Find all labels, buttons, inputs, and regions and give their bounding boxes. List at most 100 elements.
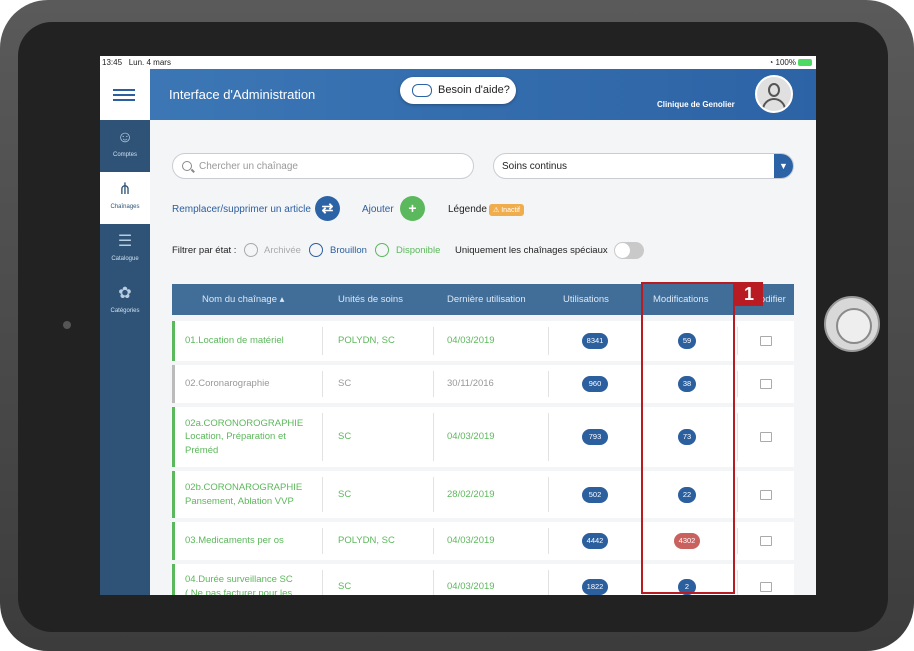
row-last-use: 04/03/2019 xyxy=(447,431,495,442)
sidebar-item-catalogue[interactable]: ☰ Catalogue xyxy=(100,224,150,276)
status-bar: 13:45 Lun. 4 mars ◔ 100% xyxy=(100,56,816,69)
col-uses[interactable]: Utilisations xyxy=(563,294,609,305)
special-toggle[interactable] xyxy=(614,242,644,259)
legend-label: Légende xyxy=(448,204,487,215)
edit-icon[interactable] xyxy=(760,489,772,500)
column-divider xyxy=(737,327,738,355)
edit-icon[interactable] xyxy=(760,432,772,442)
radio-archived-label: Archivée xyxy=(264,245,301,256)
column-divider xyxy=(322,413,323,461)
radio-available[interactable] xyxy=(375,243,389,257)
chevron-down-icon: ▼ xyxy=(774,154,793,178)
column-divider xyxy=(548,528,549,554)
row-name: 04.Durée surveillance SC ( Ne pas factur… xyxy=(185,574,293,595)
column-divider xyxy=(548,570,549,595)
row-last-use: 04/03/2019 xyxy=(447,335,495,346)
search-input[interactable]: Chercher un chaînage xyxy=(172,153,474,179)
radio-draft[interactable] xyxy=(309,243,323,257)
sidebar-item-chainages[interactable]: ⋔ Chaînages xyxy=(100,172,150,224)
swap-icon[interactable]: ⇄ xyxy=(315,196,340,221)
row-units: SC xyxy=(338,378,352,389)
unit-select-value: Soins continus xyxy=(502,161,568,172)
sidebar-item-label: Catalogue xyxy=(111,256,139,262)
battery-percent: 100% xyxy=(775,58,796,67)
column-divider xyxy=(322,528,323,554)
replace-link[interactable]: Remplacer/supprimer un article xyxy=(172,204,311,215)
inactive-badge-label: Inactif xyxy=(501,207,520,214)
camera xyxy=(63,321,71,329)
column-divider xyxy=(433,371,434,397)
checklist-icon: ☰ xyxy=(117,233,133,250)
uses-badge: 4442 xyxy=(582,533,608,549)
flower-icon: ✿ xyxy=(118,285,132,302)
unit-select[interactable]: Soins continus ▼ xyxy=(493,153,794,179)
uses-badge: 793 xyxy=(582,429,608,445)
edit-icon[interactable] xyxy=(760,581,772,592)
row-units: POLYDN, SC xyxy=(338,335,395,346)
inactive-badge: ⚠ Inactif xyxy=(489,204,524,216)
col-last-use[interactable]: Dernière utilisation xyxy=(447,294,526,305)
row-units: SC xyxy=(338,431,352,442)
filter-row: Filtrer par état : Archivée Brouillon Di… xyxy=(172,243,672,261)
edit-icon[interactable] xyxy=(760,336,772,346)
highlight-box xyxy=(641,282,735,594)
avatar[interactable] xyxy=(755,75,793,113)
row-name: 02b.CORONAROGRAPHIE Pansement, Ablation … xyxy=(185,482,303,507)
col-name[interactable]: Nom du chaînage ▴ xyxy=(202,294,284,305)
plus-icon[interactable]: + xyxy=(400,196,425,221)
add-link[interactable]: Ajouter xyxy=(362,204,394,215)
row-units: SC xyxy=(338,488,352,500)
edit-icon[interactable] xyxy=(760,536,772,546)
annotation-number: 1 xyxy=(735,282,763,306)
column-divider xyxy=(433,477,434,512)
column-divider xyxy=(322,477,323,512)
column-divider xyxy=(322,371,323,397)
row-last-use: 04/03/2019 xyxy=(447,580,495,592)
status-time: 13:45 xyxy=(102,58,123,67)
app-header: Interface d'Administration Besoin d'aide… xyxy=(100,69,816,120)
row-name: 03.Medicaments per os xyxy=(185,535,284,547)
clinic-name: Clinique de Genolier xyxy=(657,100,735,109)
chat-icon xyxy=(412,84,432,97)
sidebar-item-label: Chaînages xyxy=(110,204,140,210)
column-divider xyxy=(548,477,549,512)
home-button[interactable] xyxy=(824,296,880,352)
sidebar-item-comptes[interactable]: ☺ Comptes xyxy=(100,120,150,172)
row-last-use: 04/03/2019 xyxy=(447,535,495,546)
sidebar: ☺ Comptes ⋔ Chaînages ☰ Catalogue ✿ Catégori… xyxy=(100,120,150,595)
menu-button[interactable] xyxy=(100,69,150,120)
hierarchy-icon: ⋔ xyxy=(118,181,132,198)
radio-archived[interactable] xyxy=(244,243,258,257)
column-divider xyxy=(737,413,738,461)
special-label: Uniquement les chaînages spéciaux xyxy=(455,245,608,256)
hamburger-icon xyxy=(113,89,135,101)
uses-badge: 8341 xyxy=(582,333,608,349)
warning-icon: ⚠ xyxy=(493,207,500,214)
column-divider xyxy=(433,413,434,461)
uses-badge: 1822 xyxy=(582,578,608,595)
uses-badge: 960 xyxy=(582,376,608,392)
row-units: POLYDN, SC xyxy=(338,535,395,546)
column-divider xyxy=(737,570,738,595)
battery-icon xyxy=(798,59,812,67)
page-title: Interface d'Administration xyxy=(169,87,316,102)
help-label: Besoin d'aide? xyxy=(438,84,510,96)
column-divider xyxy=(548,371,549,397)
col-units[interactable]: Unités de soins xyxy=(338,294,403,305)
column-divider xyxy=(548,413,549,461)
tablet-frame: 13:45 Lun. 4 mars ◔ 100% Interface d'Adm… xyxy=(0,0,914,651)
help-button[interactable]: Besoin d'aide? xyxy=(400,77,516,104)
column-divider xyxy=(737,371,738,397)
users-icon: ☺ xyxy=(116,129,134,146)
radio-draft-label: Brouillon xyxy=(330,245,367,256)
row-last-use: 28/02/2019 xyxy=(447,488,495,500)
column-divider xyxy=(433,327,434,355)
filter-label: Filtrer par état : xyxy=(172,245,237,256)
edit-icon[interactable] xyxy=(760,379,772,389)
search-icon xyxy=(182,161,192,171)
sidebar-item-categories[interactable]: ✿ Catégories xyxy=(100,276,150,328)
row-name: 01.Location de matériel xyxy=(185,335,284,347)
column-divider xyxy=(433,570,434,595)
column-divider xyxy=(548,327,549,355)
wifi-icon: ◔ xyxy=(768,58,774,67)
